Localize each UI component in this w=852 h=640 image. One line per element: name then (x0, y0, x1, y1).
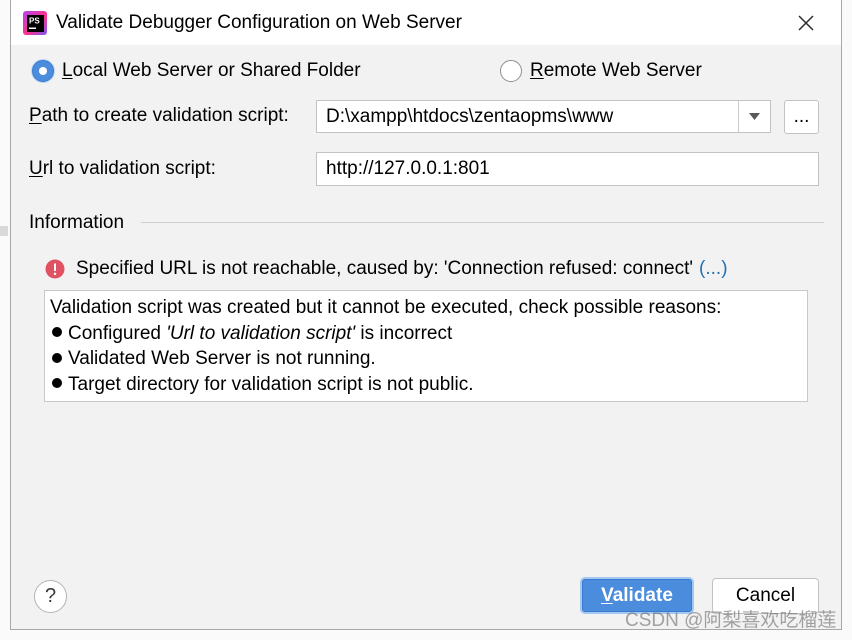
list-item: Configured 'Url to validation script' is… (50, 321, 802, 347)
details-link[interactable]: (...) (699, 258, 728, 279)
url-label: Url to validation script: (29, 157, 216, 181)
dropdown-arrow-icon[interactable] (749, 113, 760, 120)
radio-button-remote[interactable] (500, 60, 522, 82)
path-label-text: ath to create validation script: (41, 105, 289, 126)
radio-label-remote: Remote Web Server (530, 59, 702, 83)
browse-button[interactable]: ... (784, 100, 819, 134)
list-item: Validated Web Server is not running. (50, 346, 802, 372)
list-item: Target directory for validation script i… (50, 372, 802, 398)
reason-text: Validated Web Server is not running. (68, 348, 376, 369)
mnemonic-letter: L (62, 60, 73, 81)
bullet-marker (52, 352, 62, 363)
radio-label-text: ocal Web Server or Shared Folder (72, 60, 361, 81)
help-button[interactable]: ? (34, 580, 67, 613)
reason-text: Target directory for validation script i… (68, 373, 474, 395)
url-input[interactable]: http://127.0.0.1:801 (326, 153, 806, 185)
path-combo-box[interactable]: D:\xampp\htdocs\zentaopms\www (316, 100, 771, 133)
watermark: CSDN @阿梨喜欢吃榴莲 (625, 610, 837, 631)
radio-remote-web-server[interactable]: Remote Web Server (498, 58, 718, 84)
validate-label: alidate (612, 585, 673, 606)
mnemonic-letter: V (601, 585, 613, 606)
details-intro: Validation script was created but it can… (50, 297, 722, 318)
mnemonic-letter: U (29, 158, 43, 179)
reason-text: is incorrect (355, 322, 453, 344)
mnemonic-letter: R (530, 60, 544, 81)
information-heading: Information (29, 212, 125, 233)
reason-text: Configured (68, 322, 167, 344)
radio-local-web-server[interactable]: Local Web Server or Shared Folder (30, 58, 370, 84)
url-field[interactable]: http://127.0.0.1:801 (316, 152, 819, 186)
path-dropdown-button[interactable] (738, 101, 770, 132)
radio-label-text: emote Web Server (543, 60, 702, 81)
mnemonic-letter: P (29, 105, 42, 126)
information-separator (141, 222, 824, 223)
radio-button-local[interactable] (32, 60, 54, 82)
path-label: Path to create validation script: (29, 104, 289, 128)
path-input[interactable]: D:\xampp\htdocs\zentaopms\www (326, 101, 731, 132)
validate-debugger-dialog: PS Validate Debugger Configuration on We… (0, 0, 852, 640)
bullet-marker (52, 378, 62, 389)
bullet-marker (52, 327, 62, 338)
dialog-body: Local Web Server or Shared Folder Remote… (0, 0, 852, 640)
error-message-row: Specified URL is not reachable, caused b… (76, 257, 728, 281)
error-icon (45, 259, 65, 279)
radio-dot (39, 67, 47, 75)
validation-details-pane: Validation script was created but it can… (44, 290, 808, 402)
error-message: Specified URL is not reachable, caused b… (76, 258, 694, 279)
url-label-text: rl to validation script: (42, 158, 216, 179)
reason-emphasis: 'Url to validation script' (166, 322, 356, 344)
radio-label-local: Local Web Server or Shared Folder (62, 59, 361, 83)
